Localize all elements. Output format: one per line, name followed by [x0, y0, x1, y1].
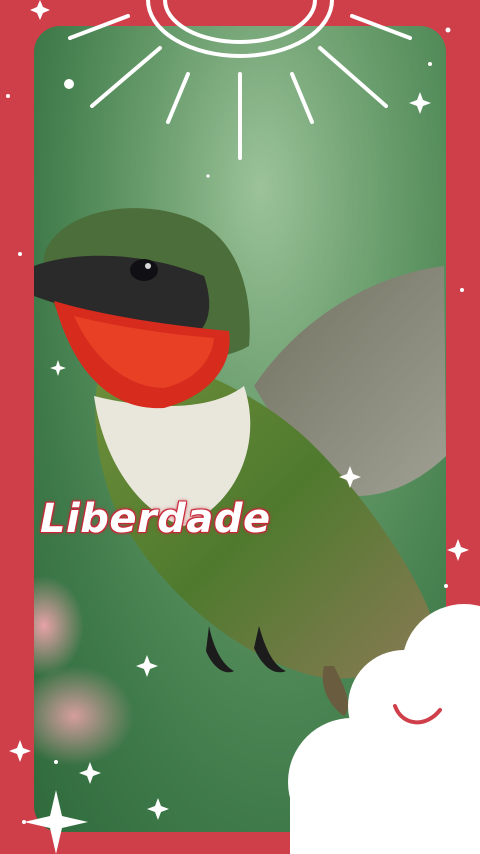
- sparkle-icon: [30, 0, 50, 20]
- sparkle-icon: [9, 740, 31, 762]
- story-frame: Liberdade: [0, 0, 480, 854]
- hummingbird-illustration: [34, 26, 446, 832]
- sparkle-icon: [447, 539, 469, 561]
- caption-text: Liberdade: [40, 496, 271, 542]
- hummingbird-photo: [34, 26, 446, 832]
